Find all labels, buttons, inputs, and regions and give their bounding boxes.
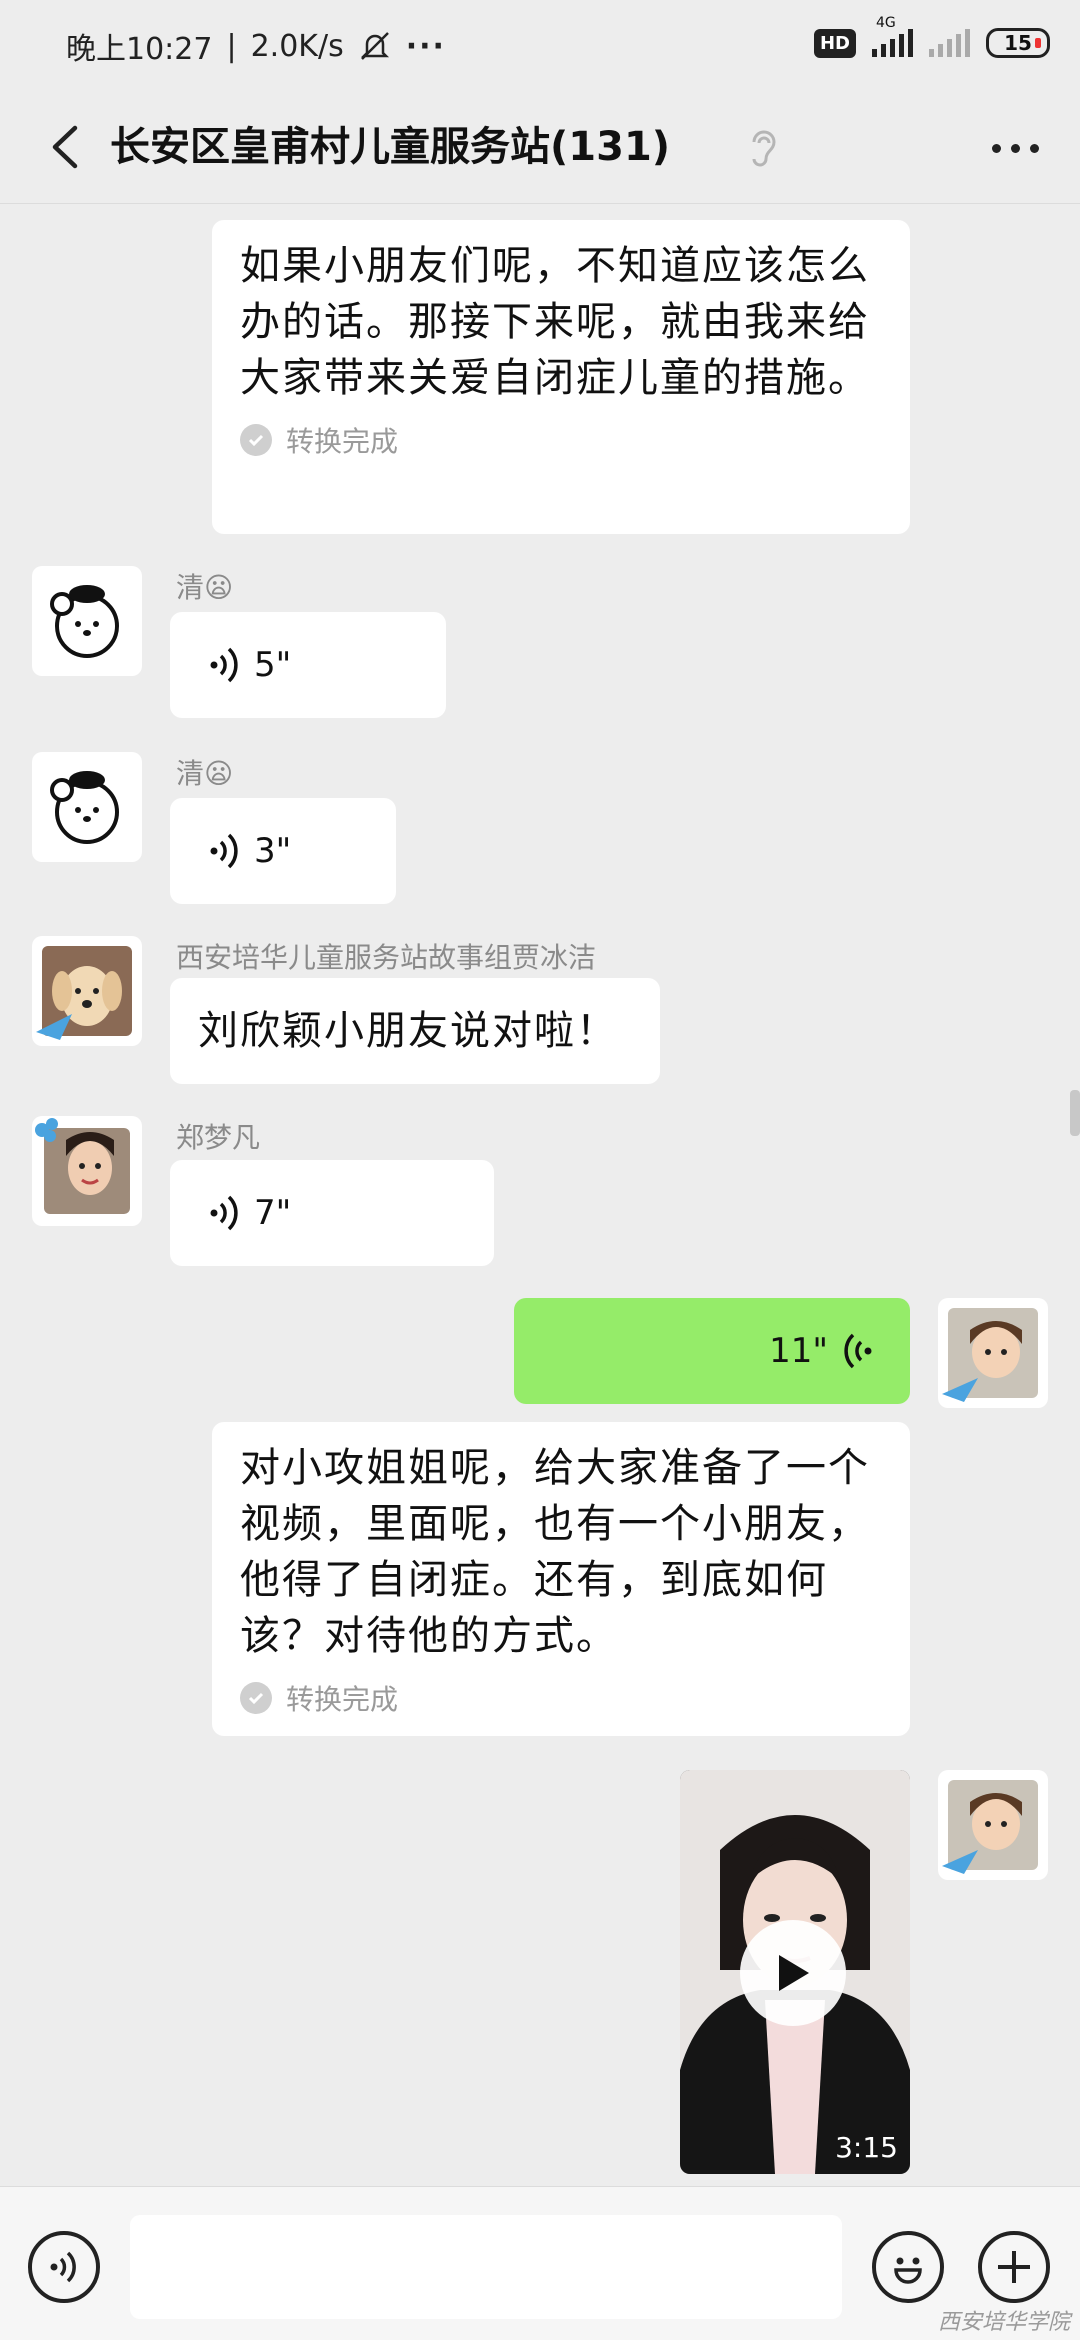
voice-duration: 11": [769, 1331, 828, 1371]
message-input[interactable]: [130, 2215, 842, 2319]
chat-header: 长安区皇甫村儿童服务站(131): [0, 92, 1080, 204]
video-message[interactable]: 3:15: [680, 1770, 910, 2174]
signal-icon: [929, 29, 970, 57]
conversion-label: 转换完成: [286, 425, 399, 458]
status-divider: |: [226, 28, 237, 64]
plus-icon: [998, 2251, 1030, 2283]
input-bar: 西安培华学院: [0, 2186, 1080, 2340]
video-duration: 3:15: [835, 2131, 898, 2164]
play-button[interactable]: [740, 1920, 846, 2026]
conversion-label: 转换完成: [286, 1683, 399, 1716]
battery-icon: 15: [986, 28, 1050, 58]
message-text: 如果小朋友们呢，不知道应该怎么办的话。那接下来呢，就由我来给大家带来关爱自闭症儿…: [240, 243, 870, 401]
check-icon: [240, 424, 272, 456]
check-icon: [240, 1682, 272, 1714]
status-bar: 晚上10:27 | 2.0K/s ··· HD 4G 15: [0, 0, 1080, 92]
voice-message[interactable]: 3": [170, 798, 396, 904]
voice-duration: 3": [254, 831, 292, 871]
sender-name: 西安培华儿童服务站故事组贾冰洁: [176, 941, 597, 974]
message-text: 对小攻姐姐呢，给大家准备了一个视频，里面呢，也有一个小朋友，他得了自闭症。还有，…: [240, 1445, 870, 1659]
conversion-status: 转换完成: [240, 1678, 882, 1718]
avatar[interactable]: [32, 936, 142, 1046]
transcribed-message[interactable]: 如果小朋友们呢，不知道应该怎么办的话。那接下来呢，就由我来给大家带来关爱自闭症儿…: [212, 220, 910, 534]
play-icon: [779, 1955, 809, 1991]
battery-level: 15: [1004, 31, 1032, 55]
sender-name: 清😦: [176, 571, 234, 604]
back-button[interactable]: [30, 112, 100, 182]
signal-4g-icon: 4G: [872, 15, 913, 57]
status-speed: 2.0K/s: [250, 28, 344, 64]
network-type: 4G: [876, 15, 896, 31]
message-text: 刘欣颖小朋友说对啦！: [198, 1008, 618, 1054]
own-voice-message[interactable]: 11": [514, 1298, 910, 1404]
hd-badge: HD: [813, 28, 856, 58]
back-arrow-icon: [52, 125, 78, 169]
watermark: 西安培华学院: [937, 2310, 1070, 2335]
voice-wave-icon: [210, 1195, 238, 1231]
sender-name: 郑梦凡: [176, 1121, 261, 1154]
voice-icon: [50, 2251, 76, 2283]
conversion-status: 转换完成: [240, 420, 882, 460]
earpiece-mode-icon: [738, 118, 788, 178]
voice-message[interactable]: 7": [170, 1160, 494, 1266]
avatar[interactable]: [32, 566, 142, 676]
mute-bell-icon: [360, 32, 389, 60]
voice-input-button[interactable]: [28, 2231, 100, 2303]
voice-duration: 5": [254, 645, 292, 685]
more-functions-button[interactable]: [978, 2231, 1050, 2303]
text-message[interactable]: 刘欣颖小朋友说对啦！: [170, 978, 660, 1084]
my-avatar[interactable]: [938, 1298, 1048, 1408]
emoji-icon: [894, 2257, 922, 2284]
status-more-dots: ···: [405, 28, 446, 64]
sender-name: 清😦: [176, 757, 234, 790]
more-options-button[interactable]: [980, 120, 1050, 176]
emoji-button[interactable]: [872, 2231, 944, 2303]
voice-message[interactable]: 5": [170, 612, 446, 718]
avatar[interactable]: [32, 752, 142, 862]
voice-duration: 7": [254, 1193, 292, 1233]
scrollbar[interactable]: [1070, 1090, 1080, 1136]
voice-wave-icon: [844, 1333, 872, 1369]
status-time: 晚上10:27: [66, 32, 213, 67]
chat-title: 长安区皇甫村儿童服务站(131): [110, 124, 671, 170]
my-avatar[interactable]: [938, 1770, 1048, 1880]
voice-wave-icon: [210, 833, 238, 869]
transcribed-message[interactable]: 对小攻姐姐呢，给大家准备了一个视频，里面呢，也有一个小朋友，他得了自闭症。还有，…: [212, 1422, 910, 1736]
voice-wave-icon: [210, 647, 238, 683]
avatar[interactable]: [32, 1116, 142, 1226]
